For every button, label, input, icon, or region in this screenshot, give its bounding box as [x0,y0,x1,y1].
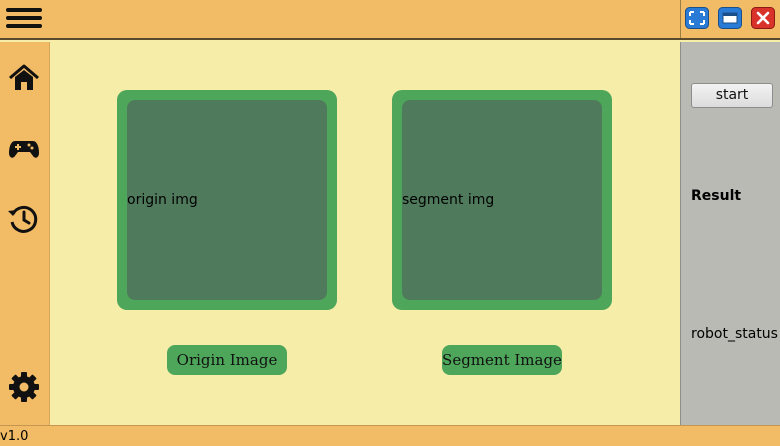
robot-status-label: robot_status [691,326,778,342]
right-panel: start Result robot_status [680,42,780,425]
window-controls [680,0,780,38]
version-label: v1.0 [0,429,29,444]
main-area: origin img segment img Origin Image Segm… [50,42,680,425]
gamepad-icon[interactable] [7,131,41,165]
segment-image-button[interactable]: Segment Image [442,345,562,375]
start-button[interactable]: start [691,83,773,108]
title-bar [0,0,780,40]
origin-image-button[interactable]: Origin Image [167,345,287,375]
segment-image-display: segment img [402,100,602,300]
result-label: Result [691,188,742,204]
origin-image-display: origin img [127,100,327,300]
segment-image-placeholder: segment img [402,192,495,208]
segment-image-frame: segment img [392,90,612,310]
gear-icon[interactable] [7,370,41,404]
status-bar: v1.0 [0,425,780,446]
origin-image-placeholder: origin img [127,192,198,208]
fullscreen-icon[interactable] [685,7,709,29]
hamburger-menu-icon[interactable] [6,4,42,34]
history-icon[interactable] [7,202,41,236]
origin-image-frame: origin img [117,90,337,310]
minimize-icon[interactable] [718,7,742,29]
sidebar [0,42,50,425]
close-icon[interactable] [751,7,775,29]
home-icon[interactable] [7,61,41,95]
